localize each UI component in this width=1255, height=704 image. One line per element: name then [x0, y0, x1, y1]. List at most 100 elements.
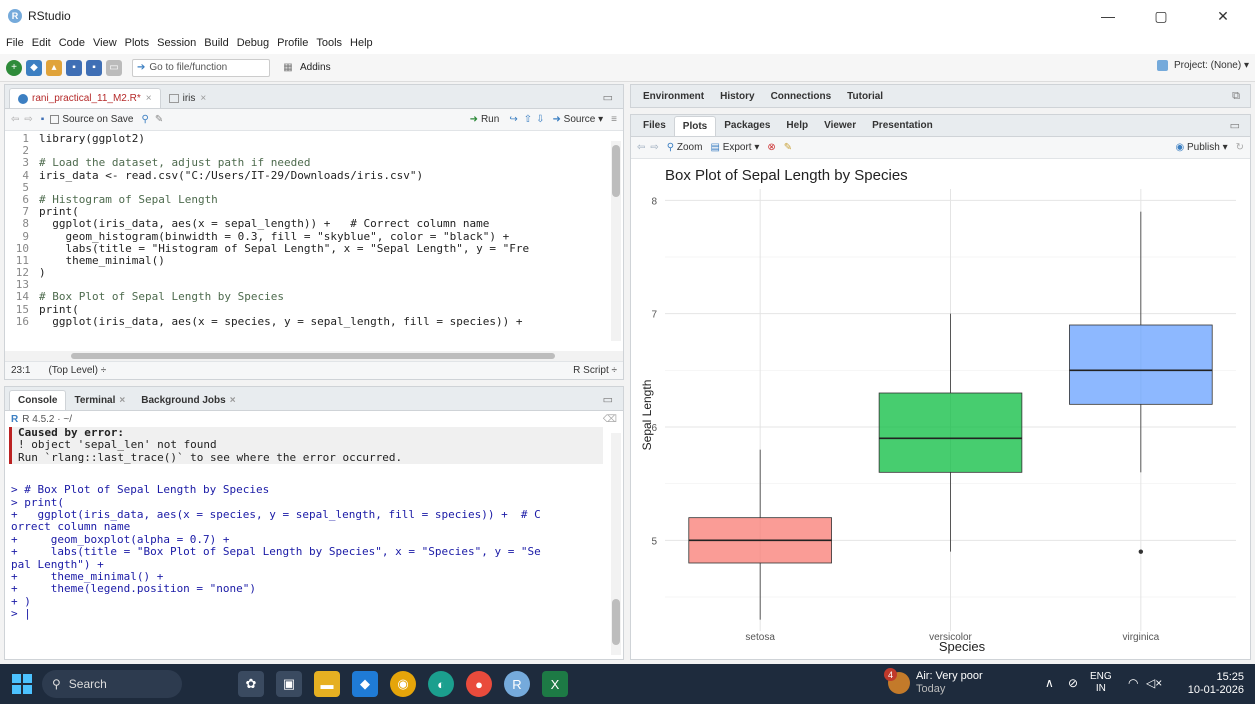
tab-tutorial[interactable]: Tutorial — [839, 86, 891, 106]
tab-iris[interactable]: iris × — [161, 88, 215, 108]
close-tab-icon[interactable]: × — [119, 395, 125, 406]
close-button[interactable]: ✕ — [1200, 0, 1246, 32]
console-scrollbar[interactable] — [611, 433, 621, 655]
save-icon[interactable]: ▪ — [41, 114, 45, 125]
code-line[interactable]: 11 theme_minimal() — [5, 254, 609, 267]
save-icon[interactable]: ▪ — [66, 59, 82, 76]
code-line[interactable]: 16 ggplot(iris_data, aes(x = species, y … — [5, 315, 609, 328]
wifi-icon[interactable]: ◠ — [1128, 676, 1138, 690]
menu-session[interactable]: Session — [157, 37, 196, 49]
project-menu[interactable]: Project: (None) ▾ — [1157, 60, 1249, 71]
pane-minimize-icon[interactable]: ▭ — [603, 393, 613, 406]
close-tab-icon[interactable]: × — [146, 93, 152, 104]
next-plot-icon[interactable]: ⇨ — [650, 142, 658, 153]
outline-icon[interactable]: ≡ — [611, 114, 617, 125]
browser-icon[interactable]: ● — [466, 671, 492, 697]
editor-hscrollbar[interactable] — [5, 351, 623, 361]
tab-history[interactable]: History — [712, 86, 762, 106]
broom-icon[interactable]: ⌫ — [603, 414, 617, 425]
weather-widget[interactable]: 4 Air: Very poor Today — [884, 668, 983, 696]
console-input[interactable]: > | — [5, 607, 609, 620]
close-tab-icon[interactable]: × — [200, 93, 206, 104]
menu-profile[interactable]: Profile — [277, 37, 308, 49]
file-explorer-icon[interactable]: ▬ — [314, 671, 340, 697]
menu-plots[interactable]: Plots — [125, 37, 149, 49]
new-file-icon[interactable]: + — [6, 59, 22, 76]
tab-files[interactable]: Files — [635, 116, 674, 136]
network-off-icon[interactable]: ⊘ — [1068, 676, 1078, 690]
maximize-button[interactable]: ▢ — [1138, 0, 1184, 32]
back-arrow-icon[interactable]: ⇦ — [11, 114, 19, 125]
code-line[interactable]: 12) — [5, 266, 609, 279]
print-icon[interactable]: ▭ — [106, 59, 122, 76]
editor-scroll-thumb[interactable] — [612, 145, 620, 197]
up-icon[interactable]: ⇧ — [524, 114, 532, 125]
close-tab-icon[interactable]: × — [230, 395, 236, 406]
menu-view[interactable]: View — [93, 37, 117, 49]
zoom-button[interactable]: ⚲ Zoom — [667, 142, 703, 153]
editor-scrollbar[interactable] — [611, 141, 621, 341]
menu-tools[interactable]: Tools — [316, 37, 342, 49]
tab-packages[interactable]: Packages — [716, 116, 778, 136]
remove-plot-icon[interactable]: ⊗ — [767, 142, 775, 153]
pane-maximize-icon[interactable]: ▭ — [1230, 119, 1240, 132]
speaker-muted-icon[interactable]: ◁× — [1146, 676, 1162, 690]
tab-console[interactable]: Console — [9, 390, 67, 410]
menu-help[interactable]: Help — [350, 37, 373, 49]
scope-selector[interactable]: (Top Level) ÷ — [48, 365, 106, 376]
tab-plots[interactable]: Plots — [673, 115, 717, 136]
wand-icon[interactable]: ✎ — [155, 114, 163, 125]
rerun-icon[interactable]: ↪ — [509, 114, 517, 125]
pane-minimize-icon[interactable]: ▭ — [603, 91, 613, 104]
tab-source-file[interactable]: rani_practical_11_M2.R* × — [9, 88, 161, 108]
prev-plot-icon[interactable]: ⇦ — [637, 142, 645, 153]
store-icon[interactable]: ◆ — [352, 671, 378, 697]
tab-connections[interactable]: Connections — [763, 86, 840, 106]
menu-build[interactable]: Build — [204, 37, 228, 49]
windows-start-icon[interactable] — [12, 674, 32, 694]
forward-arrow-icon[interactable]: ⇨ — [24, 114, 32, 125]
tab-viewer[interactable]: Viewer — [816, 116, 864, 136]
taskbar-search[interactable]: ⚲ Search — [42, 670, 182, 698]
refresh-icon[interactable]: ↻ — [1236, 142, 1244, 153]
edge-icon[interactable]: ◐ — [428, 671, 454, 697]
code-line[interactable]: 1 library(ggplot2) — [5, 132, 609, 145]
language-indicator[interactable]: ENG IN — [1090, 671, 1112, 695]
save-all-icon[interactable]: ▪ — [86, 59, 102, 76]
widgets-icon[interactable]: ✿ — [238, 671, 264, 697]
console-scroll-thumb[interactable] — [612, 599, 620, 645]
console-output[interactable]: Caused by error: ! object 'sepal_len' no… — [5, 427, 609, 659]
excel-icon[interactable]: X — [542, 671, 568, 697]
editor-hscroll-thumb[interactable] — [71, 353, 555, 359]
code-editor[interactable]: 1 library(ggplot2) 2 3 # Load the dataset, a… — [5, 131, 609, 339]
source-on-save-checkbox[interactable] — [50, 115, 60, 124]
filetype-selector[interactable]: R Script ÷ — [573, 365, 617, 376]
clock[interactable]: 15:25 10-01-2026 — [1180, 671, 1244, 697]
menu-file[interactable]: File — [6, 37, 24, 49]
search-icon[interactable]: ⚲ — [142, 114, 149, 125]
rstudio-taskbar-icon[interactable]: R — [504, 671, 530, 697]
clear-plots-icon[interactable]: ✎ — [784, 142, 792, 153]
code-line[interactable]: 6 # Histogram of Sepal Length — [5, 193, 609, 206]
menu-code[interactable]: Code — [59, 37, 85, 49]
publish-button[interactable]: ◉ Publish ▾ — [1175, 142, 1227, 153]
minimize-button[interactable]: — — [1085, 0, 1131, 32]
pane-restore-icon[interactable]: ⧉ — [1232, 90, 1240, 103]
tab-help[interactable]: Help — [778, 116, 816, 136]
task-view-icon[interactable]: ▣ — [276, 671, 302, 697]
tab-environment[interactable]: Environment — [635, 86, 712, 106]
new-project-icon[interactable]: ◆ — [26, 59, 42, 76]
tab-presentation[interactable]: Presentation — [864, 116, 941, 136]
code-line[interactable]: 14 # Box Plot of Sepal Length by Species — [5, 291, 609, 303]
menu-debug[interactable]: Debug — [237, 37, 269, 49]
run-button[interactable]: ➜ Run — [470, 114, 500, 125]
tab-terminal[interactable]: Terminal × — [66, 390, 133, 410]
down-icon[interactable]: ⇩ — [536, 114, 544, 125]
code-line[interactable]: 4 iris_data <- read.csv("C:/Users/IT-29/D… — [5, 169, 609, 182]
open-file-icon[interactable]: ▴ — [46, 59, 62, 76]
addins-menu[interactable]: Addins — [300, 62, 331, 73]
source-button[interactable]: ➜ Source ▾ — [552, 114, 603, 125]
grid-layout-icon[interactable]: ▦ — [280, 60, 296, 76]
menu-edit[interactable]: Edit — [32, 37, 51, 49]
goto-file-input[interactable]: ➔ Go to file/function — [132, 58, 270, 77]
